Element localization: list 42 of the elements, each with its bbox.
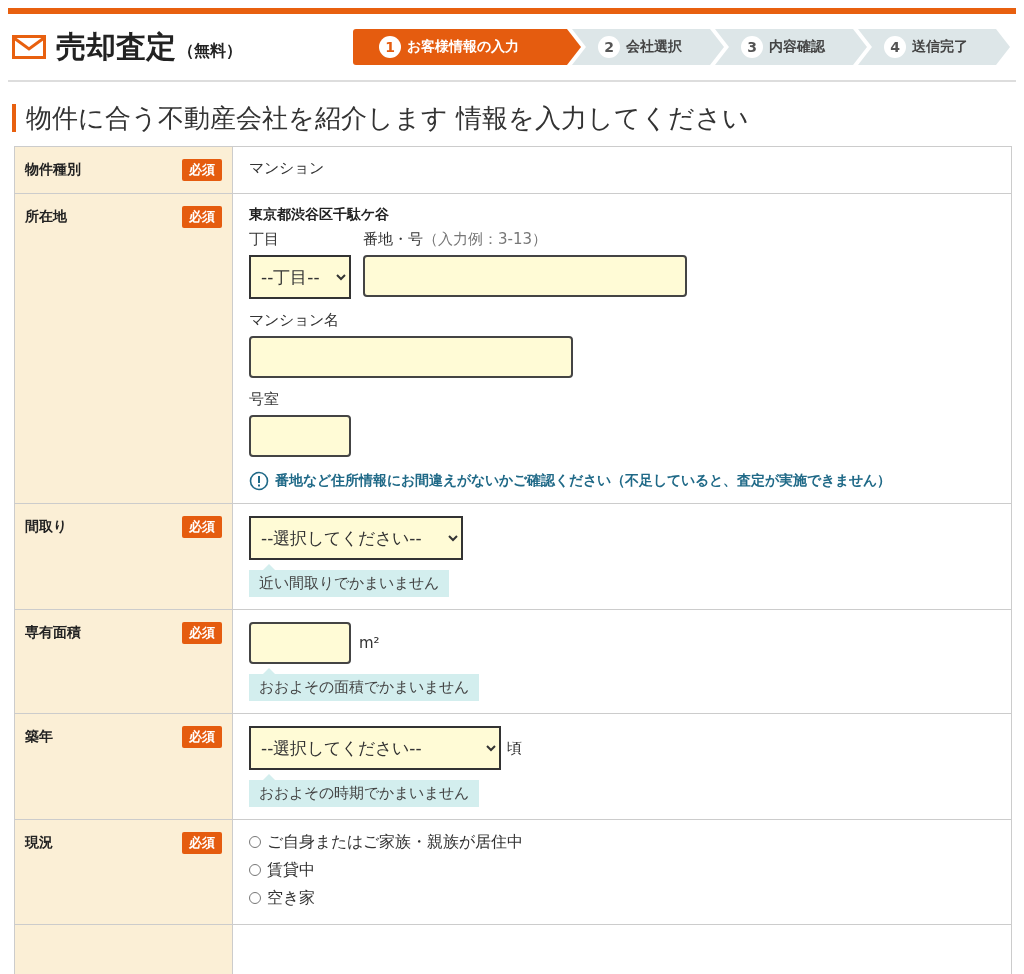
radio-icon[interactable] <box>249 892 261 904</box>
required-badge: 必須 <box>182 159 222 181</box>
hint-text: おおよその面積でかまいません <box>249 668 479 701</box>
field-label: マンション名 <box>249 311 340 330</box>
input-field[interactable] <box>249 415 351 457</box>
hint-text: 近い間取りでかまいません <box>249 564 449 597</box>
field-value: マンション <box>249 159 324 178</box>
unit-text: m² <box>359 634 380 652</box>
notice-text: 番地など住所情報にお間違えがないかご確認ください（不足していると、査定が実施できません） <box>275 472 891 490</box>
radio-option[interactable]: 空き家 <box>249 884 523 912</box>
page-title: 売却査定 <box>56 27 176 66</box>
input-field[interactable] <box>363 255 687 297</box>
radio-icon[interactable] <box>249 836 261 848</box>
required-badge: 必須 <box>182 622 222 644</box>
field-label: 丁目 <box>249 230 280 249</box>
radio-icon[interactable] <box>249 864 261 876</box>
field-label: 物件種別 <box>25 161 81 179</box>
required-badge: 必須 <box>182 832 222 854</box>
page-subtitle: （無料） <box>178 40 242 62</box>
address-text: 東京都渋谷区千駄ケ谷 <box>249 206 389 224</box>
required-badge: 必須 <box>182 516 222 538</box>
radio-option[interactable]: 賃貸中 <box>249 856 523 884</box>
envelope-icon <box>12 35 46 59</box>
radio-option[interactable]: ご自身またはご家族・親族が居住中 <box>249 828 523 856</box>
field-label: 番地・号（入力例：3-13） <box>363 230 549 249</box>
hint-text: おおよその時期でかまいません <box>249 774 479 807</box>
info-icon <box>249 471 269 491</box>
field-label: 間取り <box>25 518 67 536</box>
layout-select[interactable]: --選択してください-- <box>249 516 463 560</box>
field-label: 専有面積 <box>25 624 81 642</box>
field-label: 号室 <box>249 390 280 409</box>
field-label: 所在地 <box>25 208 67 226</box>
input-field[interactable] <box>249 622 351 664</box>
required-badge: 必須 <box>182 726 222 748</box>
input-field[interactable] <box>249 336 573 378</box>
section-heading: 物件に合う不動産会社を紹介します 情報を入力してください <box>12 104 1016 132</box>
year-select[interactable]: --選択してください-- <box>249 726 501 770</box>
required-badge: 必須 <box>182 206 222 228</box>
chome-select[interactable]: --丁目-- <box>249 255 351 299</box>
field-label: 現況 <box>25 834 53 852</box>
field-label: 築年 <box>25 728 53 746</box>
suffix-text: 頃 <box>507 738 522 758</box>
